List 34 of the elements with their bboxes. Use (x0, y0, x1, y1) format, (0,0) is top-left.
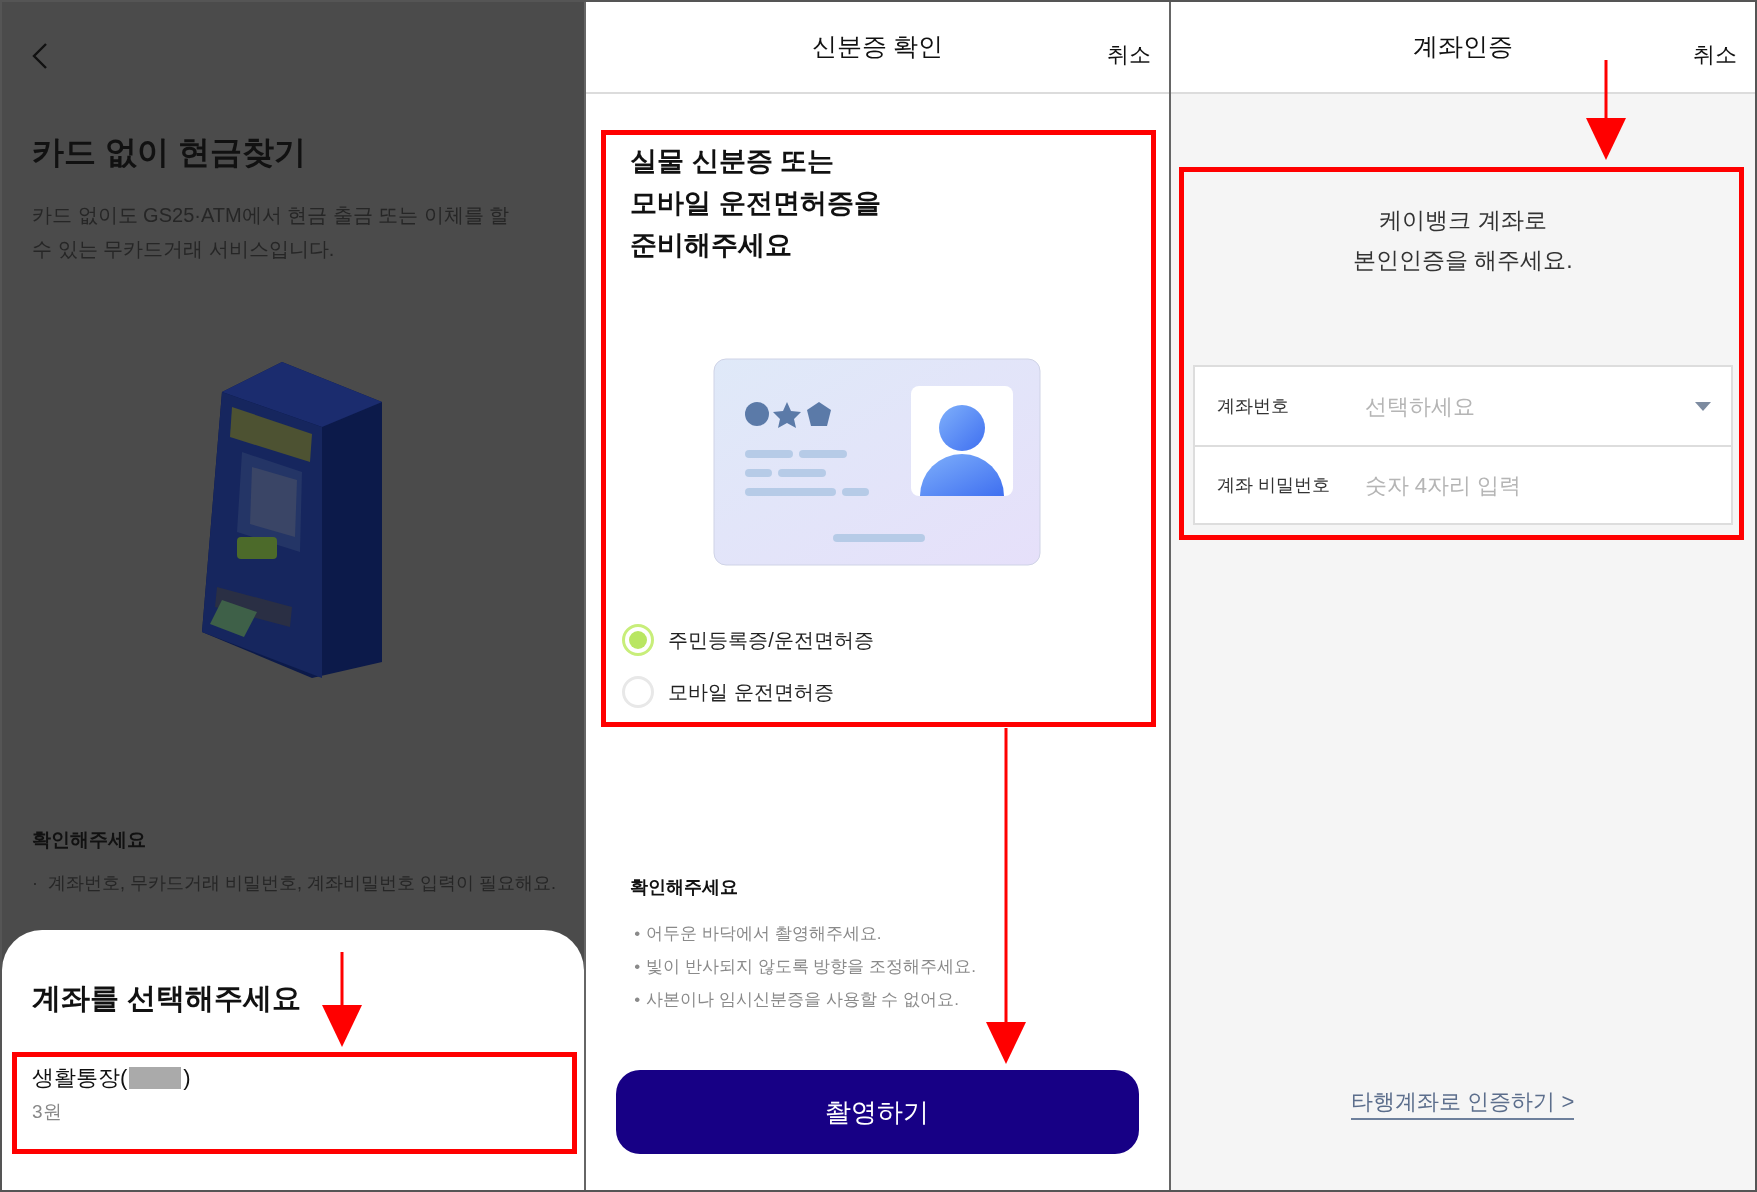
account-name[interactable]: ) (183, 1063, 191, 1093)
dropdown-caret-icon (1695, 401, 1711, 411)
password-field[interactable]: 숫자 4자리 입력 (1364, 468, 1711, 502)
heading-text: 모바일 운전면허증을 (630, 187, 882, 220)
cancel-button[interactable]: 취소 (1693, 38, 1737, 71)
bullet-mark: • (634, 923, 641, 945)
capture-button[interactable]: 촬영하기 (616, 1070, 1139, 1154)
radio-button[interactable] (622, 624, 655, 656)
message-text: 케이뱅크 계좌로 (1379, 206, 1547, 235)
field-label: 계좌 비밀번호 (1216, 473, 1331, 497)
notice-text: 어두운 바닥에서 촬영해주세요. (646, 923, 882, 945)
screen-title: 신분증 확인 (811, 31, 944, 63)
notice-text: 빛이 반사되지 않도록 방향을 조정해주세요. (646, 956, 976, 978)
account-name[interactable]: 생활통장( (32, 1063, 128, 1093)
other-bank-link[interactable]: 타행계좌로 인증하기 > (1351, 1086, 1575, 1120)
bullet-mark: • (634, 956, 641, 978)
notice-title: 확인해주세요 (630, 876, 740, 899)
back-icon[interactable] (32, 42, 48, 70)
heading-text: 실물 신분증 또는 (630, 145, 836, 178)
radio-label[interactable]: 모바일 운전면허증 (668, 678, 834, 706)
notice-text: 사본이나 임시신분증을 사용할 수 없어요. (646, 989, 959, 1011)
redaction-bar (129, 1067, 182, 1089)
page-title: 카드 없이 현금찾기 (32, 133, 307, 172)
field-label: 계좌번호 (1216, 394, 1290, 418)
sheet-title: 계좌를 선택해주세요 (32, 981, 303, 1016)
radio-label[interactable]: 주민등록증/운전면허증 (668, 626, 874, 654)
account-balance: 3원 (32, 1100, 63, 1124)
message-text: 본인인증을 해주세요. (1352, 246, 1573, 275)
notice-title: 확인해주세요 (32, 828, 147, 852)
heading-text: 준비해주세요 (630, 229, 794, 262)
cancel-button[interactable]: 취소 (1106, 38, 1151, 71)
screen-title: 계좌인증 (1412, 31, 1513, 63)
bullet-mark: • (634, 989, 641, 1011)
bullet-mark: · (32, 872, 38, 895)
